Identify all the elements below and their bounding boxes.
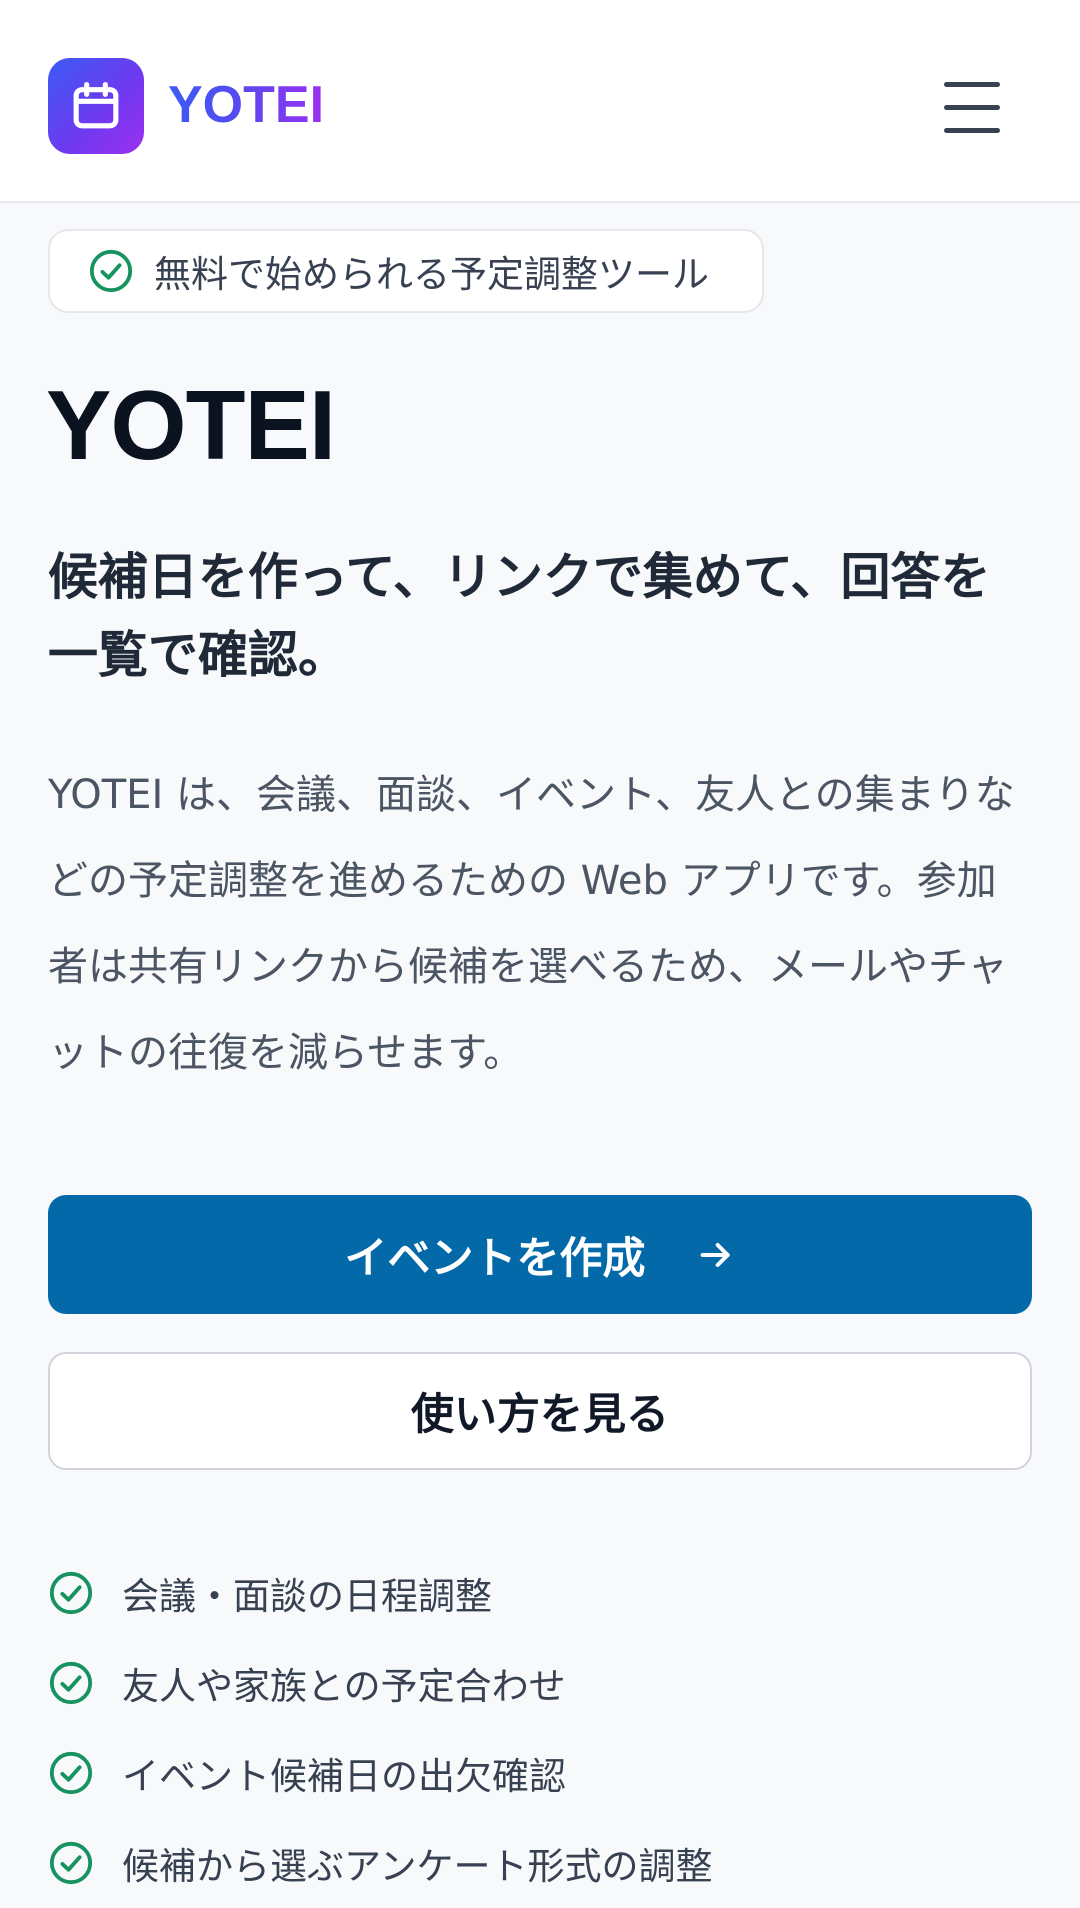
check-circle-icon bbox=[89, 249, 133, 293]
create-event-label: イベントを作成 bbox=[344, 1233, 646, 1284]
check-circle-icon bbox=[49, 1571, 93, 1615]
hero-subtitle: 候補日を作って、リンクで集めて、回答を一覧で確認。 bbox=[48, 548, 991, 684]
check-circle-icon bbox=[49, 1661, 93, 1705]
create-event-button[interactable]: イベントを作成 bbox=[48, 1195, 1032, 1314]
feature-text: 友人や家族との予定合わせ bbox=[122, 1665, 566, 1708]
feature-item: 会議・面談の日程調整 bbox=[48, 1548, 1032, 1638]
hero-description: YOTEI は、会議、面談、イベント、友人との集まりなどの予定調整を進めるための… bbox=[48, 772, 1015, 1076]
feature-text: 会議・面談の日程調整 bbox=[122, 1575, 492, 1618]
hero-title: YOTEI bbox=[46, 370, 336, 480]
check-circle-icon bbox=[49, 1751, 93, 1795]
how-to-use-button[interactable]: 使い方を見る bbox=[48, 1352, 1032, 1470]
feature-item: 友人や家族との予定合わせ bbox=[48, 1638, 1032, 1728]
check-circle-icon bbox=[49, 1841, 93, 1885]
app-header: YOTEI bbox=[0, 0, 1080, 203]
arrow-right-icon bbox=[700, 1242, 730, 1267]
menu-button[interactable] bbox=[930, 72, 1014, 142]
free-tool-badge: 無料で始められる予定調整ツール bbox=[48, 229, 764, 313]
badge-text: 無料で始められる予定調整ツール bbox=[154, 253, 709, 296]
brand-name[interactable]: YOTEI bbox=[168, 72, 324, 138]
feature-text: イベント候補日の出欠確認 bbox=[122, 1755, 566, 1798]
feature-item: イベント候補日の出欠確認 bbox=[48, 1728, 1032, 1818]
feature-list: 会議・面談の日程調整 友人や家族との予定合わせ イベント候補日の出欠確認 候補か… bbox=[48, 1548, 1032, 1908]
feature-text: 候補から選ぶアンケート形式の調整 bbox=[122, 1845, 713, 1888]
feature-item: 候補から選ぶアンケート形式の調整 bbox=[48, 1818, 1032, 1908]
hamburger-menu-icon bbox=[944, 81, 1000, 87]
app-logo[interactable] bbox=[48, 58, 144, 154]
calendar-icon bbox=[73, 81, 119, 129]
